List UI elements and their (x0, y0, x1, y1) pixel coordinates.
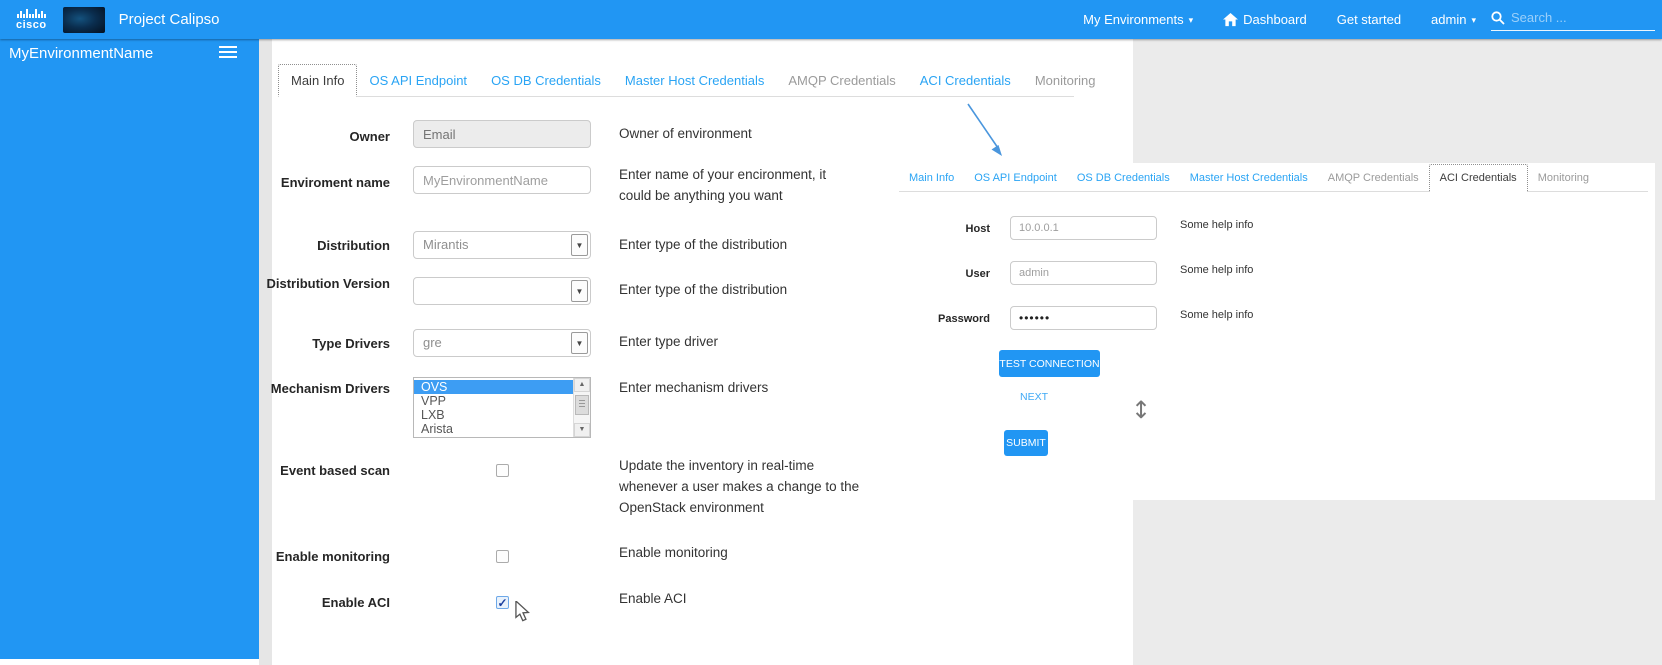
cisco-logo-text: cisco (16, 20, 47, 30)
password-label: Password (920, 313, 990, 325)
inset-tab-monitoring: Monitoring (1528, 165, 1599, 191)
global-search (1491, 5, 1655, 31)
nav-user-menu[interactable]: admin ▾ (1431, 12, 1476, 27)
scroll-down-icon[interactable]: ▼ (574, 423, 590, 437)
distribution-version-help: Enter type of the distribution (619, 279, 869, 300)
nav-dashboard[interactable]: Dashboard (1223, 12, 1307, 27)
owner-label: Owner (260, 128, 390, 145)
nav-my-environments[interactable]: My Environments ▾ (1083, 12, 1193, 27)
enable-monitoring-help: Enable monitoring (619, 542, 869, 563)
password-help: Some help info (1180, 309, 1253, 321)
tab-amqp-credentials: AMQP Credentials (776, 65, 907, 96)
home-icon (1223, 13, 1238, 27)
distribution-help: Enter type of the distribution (619, 234, 869, 255)
mouse-pointer-icon (514, 601, 531, 622)
inset-tab-aci-credentials[interactable]: ACI Credentials (1429, 164, 1528, 192)
dropdown-arrow-icon[interactable]: ▼ (571, 234, 588, 256)
next-link[interactable]: NEXT (1020, 391, 1048, 403)
tab-master-host-credentials[interactable]: Master Host Credentials (613, 65, 776, 96)
app-title: Project Calipso (119, 11, 220, 28)
dropdown-arrow-icon[interactable]: ▼ (571, 332, 588, 354)
enable-aci-checkbox[interactable]: ✓ (496, 596, 509, 609)
user-help: Some help info (1180, 264, 1253, 276)
annotation-arrow-icon (940, 100, 1020, 170)
list-item[interactable]: OVS (414, 380, 573, 394)
event-based-scan-help: Update the inventory in real-time whenev… (619, 455, 864, 518)
type-drivers-help: Enter type driver (619, 331, 869, 352)
distribution-version-label: Distribution Version (260, 275, 390, 292)
calipso-logo-image (63, 7, 105, 33)
environment-name-input[interactable] (413, 166, 591, 194)
cisco-logo-bars-icon (17, 9, 46, 18)
event-based-scan-label: Event based scan (260, 462, 390, 479)
chevron-down-icon: ▾ (1189, 15, 1194, 26)
password-input[interactable] (1010, 306, 1157, 330)
environment-name-help: Enter name of your encironment, it could… (619, 164, 862, 206)
tab-os-db-credentials[interactable]: OS DB Credentials (479, 65, 613, 96)
inset-tab-bar: Main Info OS API Endpoint OS DB Credenti… (899, 167, 1648, 192)
search-input[interactable] (1511, 10, 1641, 25)
top-header: cisco Project Calipso My Environments ▾ … (0, 0, 1662, 39)
user-input[interactable] (1010, 261, 1157, 285)
tab-os-api-endpoint[interactable]: OS API Endpoint (357, 65, 479, 96)
owner-help: Owner of environment (619, 123, 869, 144)
owner-input[interactable] (413, 120, 591, 148)
list-item[interactable]: LXB (414, 408, 573, 422)
host-label: Host (920, 223, 990, 235)
distribution-select[interactable]: Mirantis ▼ (413, 231, 591, 259)
search-icon (1491, 11, 1505, 25)
nav-get-started[interactable]: Get started (1337, 12, 1401, 27)
tab-aci-credentials[interactable]: ACI Credentials (908, 65, 1023, 96)
inset-tab-amqp-credentials: AMQP Credentials (1318, 165, 1429, 191)
enable-aci-label: Enable ACI (260, 594, 390, 611)
dropdown-arrow-icon[interactable]: ▼ (571, 280, 588, 302)
mechanism-drivers-listbox[interactable]: OVS VPP LXB Arista Nexus ▲ ▼ (413, 377, 591, 438)
tab-monitoring: Monitoring (1023, 65, 1108, 96)
distribution-version-select[interactable]: ▼ (413, 277, 591, 305)
enable-monitoring-label: Enable monitoring (260, 548, 390, 565)
scrollbar-thumb[interactable] (575, 395, 589, 415)
listbox-scrollbar[interactable]: ▲ ▼ (573, 378, 590, 437)
inset-aci-panel: Main Info OS API Endpoint OS DB Credenti… (893, 163, 1655, 500)
distribution-label: Distribution (260, 237, 390, 254)
cisco-logo: cisco (16, 9, 47, 30)
tab-main-info[interactable]: Main Info (278, 64, 357, 97)
list-item[interactable]: Nexus (414, 436, 573, 438)
type-drivers-label: Type Drivers (260, 335, 390, 352)
event-based-scan-checkbox[interactable] (496, 464, 509, 477)
list-item[interactable]: Arista (414, 422, 573, 436)
hamburger-menu-icon[interactable] (219, 46, 237, 61)
inset-tab-master-host-credentials[interactable]: Master Host Credentials (1180, 165, 1318, 191)
mechanism-drivers-label: Mechanism Drivers (260, 380, 390, 397)
chevron-down-icon: ▾ (1471, 15, 1476, 26)
test-connection-button[interactable]: TEST CONNECTION (999, 350, 1100, 377)
user-label: User (920, 268, 990, 280)
type-drivers-select[interactable]: gre ▼ (413, 329, 591, 357)
inset-tab-os-db-credentials[interactable]: OS DB Credentials (1067, 165, 1180, 191)
environment-name-label: Enviroment name (260, 174, 390, 191)
host-help: Some help info (1180, 219, 1253, 231)
host-input[interactable] (1010, 216, 1157, 240)
enable-aci-help: Enable ACI (619, 588, 869, 609)
scroll-up-icon[interactable]: ▲ (574, 378, 590, 392)
submit-button[interactable]: SUBMIT (1004, 430, 1048, 456)
enable-monitoring-checkbox[interactable] (496, 550, 509, 563)
resize-cursor-icon: ↕ (1131, 396, 1151, 424)
list-item[interactable]: VPP (414, 394, 573, 408)
mechanism-drivers-help: Enter mechanism drivers (619, 377, 869, 398)
sidebar: MyEnvironmentName (0, 39, 259, 659)
main-tab-bar: Main Info OS API Endpoint OS DB Credenti… (278, 67, 1074, 97)
